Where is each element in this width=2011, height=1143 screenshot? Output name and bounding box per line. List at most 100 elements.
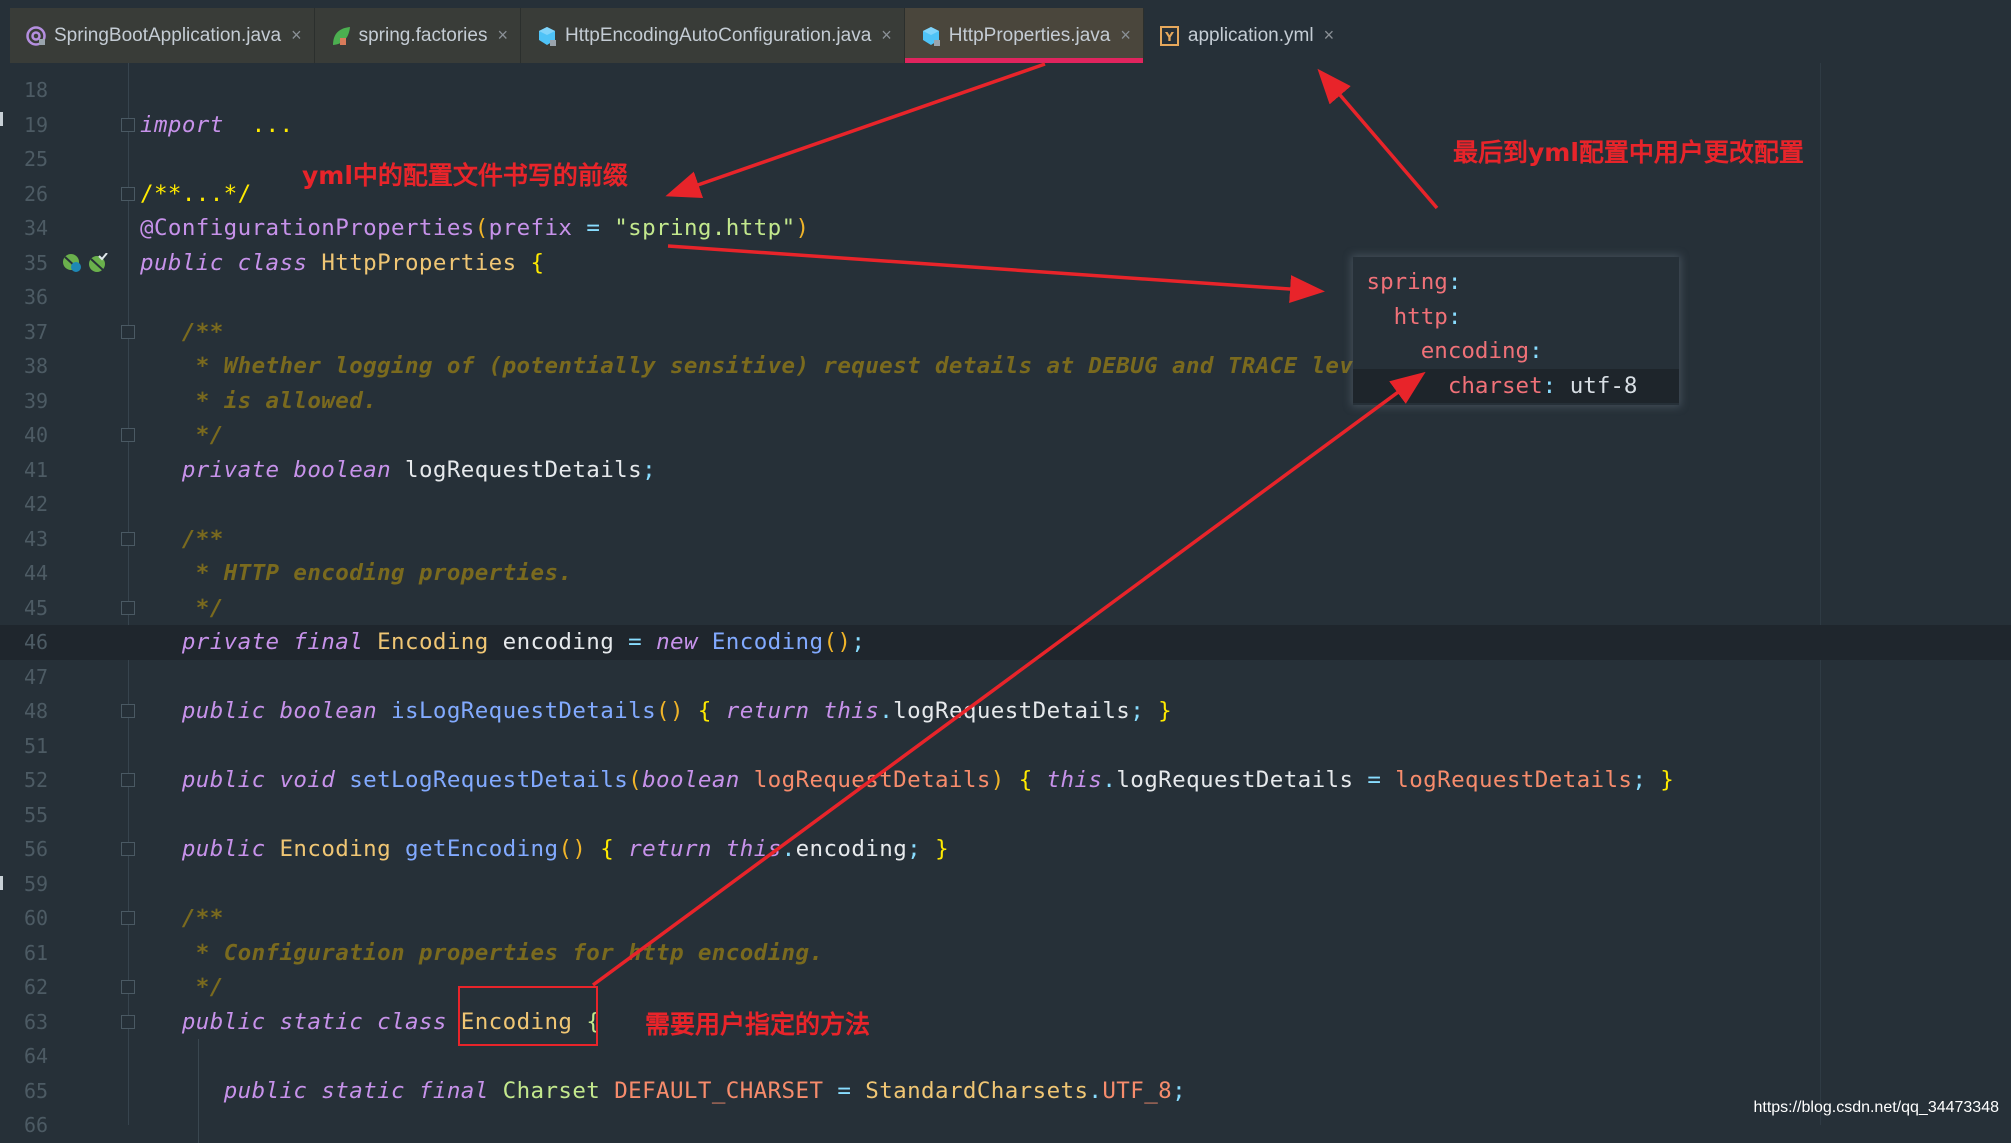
code-token: () xyxy=(656,698,684,724)
code-line[interactable]: 18 xyxy=(0,73,2011,108)
code-line[interactable]: 56 public Encoding getEncoding() { retur… xyxy=(0,832,2011,867)
code-token: return this xyxy=(725,698,880,724)
code-token: */ xyxy=(195,594,224,621)
fold-collapse-icon[interactable] xyxy=(121,531,135,546)
yml-colon: : xyxy=(1542,372,1557,399)
code-line[interactable]: 52 public void setLogRequestDetails(bool… xyxy=(0,763,2011,798)
tab-spring-factories[interactable]: spring.factories × xyxy=(314,8,521,63)
code-line[interactable]: 42 xyxy=(0,487,2011,522)
code-token: . xyxy=(1102,767,1117,793)
fold-expand-icon[interactable] xyxy=(121,842,135,856)
code-text: */ xyxy=(140,418,224,453)
tab-application-yml[interactable]: Yapplication.yml × xyxy=(1144,8,1346,63)
yml-indent xyxy=(1353,304,1394,330)
code-line[interactable]: 37 /** xyxy=(0,315,2011,350)
fold-collapse-icon[interactable] xyxy=(121,1014,135,1029)
close-icon[interactable]: × xyxy=(497,25,508,46)
yml-key: charset xyxy=(1447,372,1543,399)
code-editor[interactable]: 18 19 import ... 25 26/**...*/34 @Configurati… xyxy=(0,63,2011,1143)
line-number: 61 xyxy=(24,940,49,965)
code-text: * is allowed. xyxy=(140,384,377,419)
spring-bean-class-icon[interactable] xyxy=(62,253,82,273)
fold-collapse-icon[interactable] xyxy=(121,600,135,615)
fold-collapse-icon[interactable] xyxy=(121,980,135,994)
code-line[interactable]: 45 */ xyxy=(0,591,2011,626)
code-line[interactable]: 55 xyxy=(0,798,2011,833)
code-line[interactable]: 36 xyxy=(0,280,2011,315)
close-icon[interactable]: × xyxy=(291,25,302,46)
code-line[interactable]: 44 * HTTP encoding properties. xyxy=(0,556,2011,591)
class-cube-icon xyxy=(919,24,943,48)
fold-collapse-icon[interactable] xyxy=(121,324,135,339)
code-line[interactable]: 61 * Configuration properties for http e… xyxy=(0,936,2011,971)
spring-leaf-icon xyxy=(329,24,353,48)
close-icon[interactable]: × xyxy=(1120,25,1131,46)
spring-bean-check-icon[interactable] xyxy=(88,251,108,273)
code-token: */ xyxy=(195,974,224,1000)
code-line[interactable]: 41 private boolean logRequestDetails; xyxy=(0,453,2011,488)
code-token: public static final xyxy=(223,1077,489,1104)
code-token: prefix xyxy=(488,215,573,241)
code-line[interactable]: 51 xyxy=(0,729,2011,764)
code-text: * Whether logging of (potentially sensit… xyxy=(140,349,1381,384)
yml-colon: : xyxy=(1529,338,1543,364)
line-number: 34 xyxy=(24,216,49,240)
fold-expand-icon[interactable] xyxy=(121,117,135,132)
line-number: 62 xyxy=(24,975,49,999)
code-line[interactable]: 62 */ xyxy=(0,970,2011,1005)
line-number: 64 xyxy=(24,1044,49,1068)
code-line[interactable]: 64 xyxy=(0,1039,2011,1074)
code-line[interactable]: 43 /** xyxy=(0,522,2011,557)
line-number: 66 xyxy=(24,1113,49,1137)
code-line[interactable]: 47 xyxy=(0,660,2011,695)
close-icon[interactable]: × xyxy=(1324,25,1335,46)
svg-text:Y: Y xyxy=(1164,30,1174,44)
code-token: { xyxy=(600,836,615,862)
code-token: * HTTP encoding properties. xyxy=(195,560,573,586)
tab-springbootapplication-java[interactable]: SpringBootApplication.java × xyxy=(10,8,315,63)
method-annotation: 需要用户指定的方法 xyxy=(645,1010,871,1039)
close-icon[interactable]: × xyxy=(881,25,892,46)
line-number: 48 xyxy=(24,699,49,723)
fold-expand-icon[interactable] xyxy=(121,186,135,201)
tab-httpencodingautoconfiguration-java[interactable]: HttpEncodingAutoConfiguration.java × xyxy=(520,8,905,63)
line-number: 63 xyxy=(24,1009,49,1034)
fold-expand-icon[interactable] xyxy=(121,773,135,787)
fold-collapse-icon[interactable] xyxy=(121,911,135,925)
code-line[interactable]: 48 public boolean isLogRequestDetails() … xyxy=(0,694,2011,729)
code-line[interactable]: 35 public class HttpProperties { xyxy=(0,246,2011,281)
code-text: /** xyxy=(140,315,224,350)
code-token: { xyxy=(697,698,712,724)
code-token: ; xyxy=(851,629,866,655)
code-line[interactable]: 39 * is allowed. xyxy=(0,384,2011,419)
code-line[interactable]: 63 public static class Encoding { xyxy=(0,1005,2011,1040)
code-line[interactable]: 65 public static final Charset DEFAULT_C… xyxy=(0,1074,2011,1109)
code-token: encoding xyxy=(488,629,629,655)
code-line[interactable]: 40 */ xyxy=(0,418,2011,453)
code-line[interactable]: 34 @ConfigurationProperties(prefix = "spr… xyxy=(0,211,2011,246)
code-line[interactable]: 46 private final Encoding encoding = new… xyxy=(0,625,2011,660)
class-cube-icon xyxy=(535,24,559,48)
code-line[interactable]: 66 xyxy=(0,1108,2011,1143)
code-line[interactable]: 38 * Whether logging of (potentially sen… xyxy=(0,349,2011,384)
code-token: setLogRequestDetails xyxy=(349,767,629,793)
code-token: public xyxy=(181,836,266,862)
fold-expand-icon[interactable] xyxy=(121,704,135,718)
code-line[interactable]: 60 /** xyxy=(0,901,2011,936)
code-line[interactable]: 59 xyxy=(0,867,2011,902)
fold-collapse-icon[interactable] xyxy=(121,428,135,442)
code-token: public void xyxy=(181,767,336,793)
code-token: } xyxy=(1660,767,1675,793)
tab-httpproperties-java[interactable]: HttpProperties.java × xyxy=(904,8,1144,63)
